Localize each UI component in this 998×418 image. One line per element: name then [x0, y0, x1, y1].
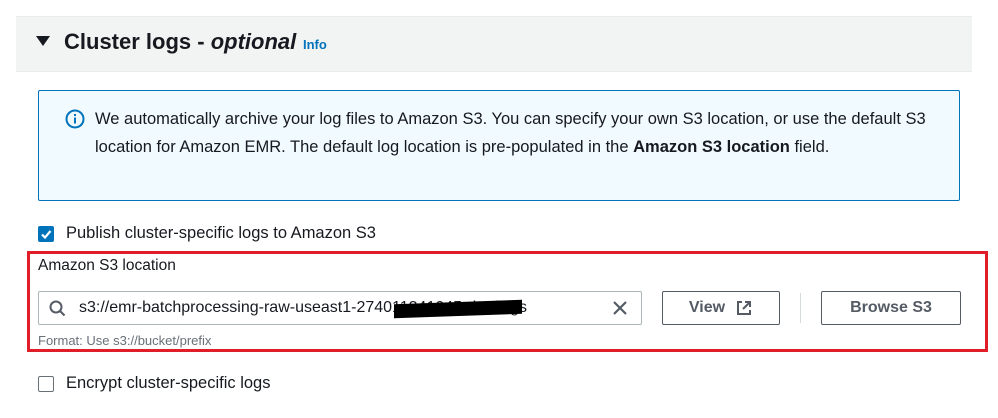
publish-logs-checkbox[interactable]	[38, 226, 54, 242]
s3-location-label: Amazon S3 location	[38, 257, 176, 274]
caret-down-icon[interactable]	[36, 36, 50, 46]
search-icon	[49, 300, 66, 317]
info-link[interactable]: Info	[303, 37, 327, 52]
view-button-label: View	[688, 299, 726, 316]
external-link-icon	[737, 301, 752, 315]
s3-location-input-container[interactable]	[38, 291, 642, 325]
alert-text-part2: field.	[789, 138, 830, 156]
encrypt-logs-label[interactable]: Encrypt cluster-specific logs	[66, 374, 271, 393]
browse-s3-button[interactable]: Browse S3	[821, 291, 961, 325]
alert-text: We automatically archive your log files …	[95, 105, 945, 161]
checkmark-icon	[41, 230, 52, 240]
view-button[interactable]: View	[662, 291, 780, 325]
section-title-optional: optional	[210, 29, 297, 54]
encrypt-logs-checkbox[interactable]	[38, 376, 54, 392]
alert-text-bold: Amazon S3 location	[633, 138, 790, 156]
format-hint: Format: Use s3://bucket/prefix	[38, 333, 212, 348]
section-title-main: Cluster logs -	[64, 29, 211, 54]
close-icon[interactable]	[611, 299, 629, 317]
publish-logs-label[interactable]: Publish cluster-specific logs to Amazon …	[66, 224, 376, 243]
browse-s3-button-label: Browse S3	[850, 299, 932, 316]
section-title[interactable]: Cluster logs - optional	[64, 29, 296, 55]
info-circle-icon	[65, 109, 85, 129]
button-divider	[800, 293, 801, 323]
info-alert: We automatically archive your log files …	[38, 90, 960, 201]
section-header: Cluster logs - optional Info	[16, 16, 972, 72]
